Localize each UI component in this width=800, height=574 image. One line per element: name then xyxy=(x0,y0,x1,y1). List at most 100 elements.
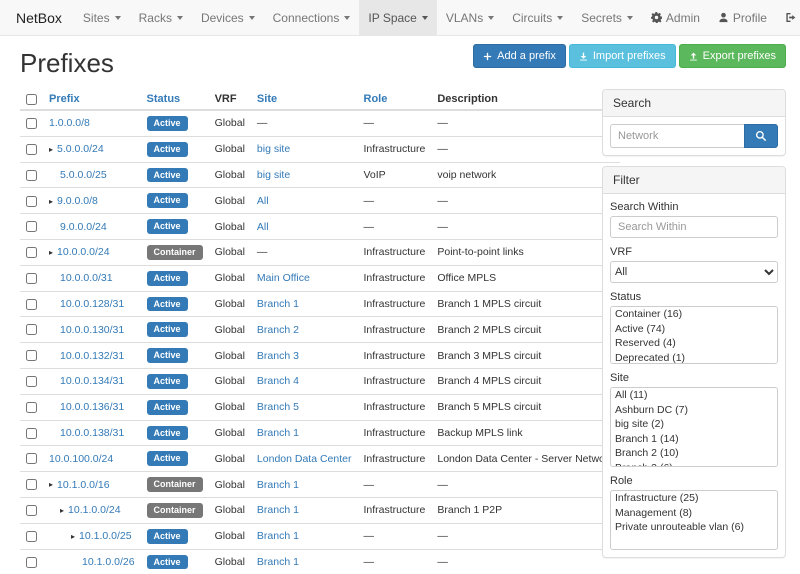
row-checkbox[interactable] xyxy=(26,324,37,335)
nav-item-log-out[interactable]: Log out xyxy=(776,0,800,35)
prefix-link[interactable]: 10.0.0.130/31 xyxy=(60,324,124,336)
row-checkbox[interactable] xyxy=(26,402,37,413)
prefix-link[interactable]: 1.0.0.0/8 xyxy=(49,117,90,129)
prefix-link[interactable]: 10.0.0.136/31 xyxy=(60,401,124,413)
prefix-link[interactable]: 10.0.0.132/31 xyxy=(60,350,124,362)
nav-item-racks[interactable]: Racks xyxy=(130,0,192,35)
brand-link[interactable]: NetBox xyxy=(10,0,74,35)
nav-item-profile[interactable]: Profile xyxy=(709,0,776,35)
sort-link-site[interactable]: Site xyxy=(257,93,277,105)
description-cell: Office MPLS xyxy=(431,265,619,291)
description-cell: Branch 5 MPLS circuit xyxy=(431,394,619,420)
site-link[interactable]: Branch 1 xyxy=(257,427,299,439)
site-link[interactable]: All xyxy=(257,221,269,233)
listbox-option[interactable]: Branch 3 (6) xyxy=(611,461,777,467)
listbox-option[interactable]: big site (2) xyxy=(611,417,777,432)
row-checkbox[interactable] xyxy=(26,557,37,568)
site-link[interactable]: big site xyxy=(257,143,290,155)
search-input[interactable] xyxy=(610,124,744,148)
site-link[interactable]: Branch 4 xyxy=(257,375,299,387)
nav-item-circuits[interactable]: Circuits xyxy=(503,0,572,35)
row-checkbox[interactable] xyxy=(26,118,37,129)
prefix-cell: 9.0.0.0/24 xyxy=(43,214,141,240)
status-listbox[interactable]: Container (16)Active (74)Reserved (4)Dep… xyxy=(610,306,778,364)
prefix-link[interactable]: 10.0.0.134/31 xyxy=(60,375,124,387)
listbox-option[interactable]: Management (8) xyxy=(611,506,777,521)
vrf-cell: Global xyxy=(209,188,251,214)
search-button[interactable] xyxy=(744,124,778,148)
prefix-link[interactable]: 10.1.0.0/24 xyxy=(68,504,121,516)
row-checkbox[interactable] xyxy=(26,273,37,284)
nav-item-connections[interactable]: Connections xyxy=(264,0,360,35)
role-listbox[interactable]: Infrastructure (25)Management (8)Private… xyxy=(610,490,778,550)
listbox-option[interactable]: Reserved (4) xyxy=(611,336,777,351)
description-cell: — xyxy=(431,136,619,162)
listbox-option[interactable]: All (11) xyxy=(611,388,777,403)
prefix-link[interactable]: 10.0.0.128/31 xyxy=(60,298,124,310)
row-checkbox[interactable] xyxy=(26,299,37,310)
listbox-option[interactable]: Private unrouteable vlan (6) xyxy=(611,520,777,535)
nav-item-secrets[interactable]: Secrets xyxy=(572,0,642,35)
import-prefixes-button[interactable]: Import prefixes xyxy=(569,44,676,68)
prefix-link[interactable]: 9.0.0.0/24 xyxy=(60,221,107,233)
button-label: Add a prefix xyxy=(497,49,556,63)
prefix-link[interactable]: 5.0.0.0/25 xyxy=(60,169,107,181)
site-link[interactable]: Branch 5 xyxy=(257,401,299,413)
prefix-link[interactable]: 10.0.0.138/31 xyxy=(60,427,124,439)
prefix-link[interactable]: 10.0.0.0/24 xyxy=(57,246,110,258)
row-checkbox[interactable] xyxy=(26,144,37,155)
row-checkbox[interactable] xyxy=(26,350,37,361)
add-a-prefix-button[interactable]: Add a prefix xyxy=(473,44,566,68)
prefix-link[interactable]: 10.1.0.0/26 xyxy=(82,556,135,568)
row-checkbox[interactable] xyxy=(26,221,37,232)
row-checkbox[interactable] xyxy=(26,479,37,490)
vrf-select[interactable]: All xyxy=(610,261,778,283)
row-checkbox[interactable] xyxy=(26,170,37,181)
prefix-link[interactable]: 10.1.0.0/25 xyxy=(79,530,132,542)
site-link[interactable]: Branch 1 xyxy=(257,504,299,516)
prefix-link[interactable]: 5.0.0.0/24 xyxy=(57,143,104,155)
prefix-link[interactable]: 10.0.100.0/24 xyxy=(49,453,113,465)
site-link[interactable]: Branch 1 xyxy=(257,556,299,568)
listbox-option[interactable]: Ashburn DC (7) xyxy=(611,403,777,418)
row-checkbox[interactable] xyxy=(26,247,37,258)
nav-item-devices[interactable]: Devices xyxy=(192,0,264,35)
row-checkbox[interactable] xyxy=(26,196,37,207)
row-select-cell xyxy=(20,420,43,446)
prefix-link[interactable]: 10.0.0.0/31 xyxy=(60,272,113,284)
select-all-checkbox[interactable] xyxy=(26,94,37,105)
search-within-input[interactable] xyxy=(610,216,778,238)
export-prefixes-button[interactable]: Export prefixes xyxy=(679,44,786,68)
site-link[interactable]: big site xyxy=(257,169,290,181)
nav-item-vlans[interactable]: VLANs xyxy=(437,0,503,35)
listbox-option[interactable]: Container (16) xyxy=(611,307,777,322)
site-link[interactable]: Branch 3 xyxy=(257,350,299,362)
sort-link-role[interactable]: Role xyxy=(364,93,388,105)
listbox-option[interactable]: Deprecated (1) xyxy=(611,351,777,364)
expand-arrow-icon: ▸ xyxy=(49,248,53,257)
site-link[interactable]: All xyxy=(257,195,269,207)
listbox-option[interactable]: Infrastructure (25) xyxy=(611,491,777,506)
sort-link-prefix[interactable]: Prefix xyxy=(49,93,80,105)
site-link[interactable]: Main Office xyxy=(257,272,310,284)
nav-item-ip-space[interactable]: IP Space xyxy=(359,0,436,35)
listbox-option[interactable]: Branch 2 (10) xyxy=(611,446,777,461)
prefix-link[interactable]: 10.1.0.0/16 xyxy=(57,479,110,491)
site-link[interactable]: Branch 1 xyxy=(257,479,299,491)
listbox-option[interactable]: Active (74) xyxy=(611,322,777,337)
sort-link-status[interactable]: Status xyxy=(147,93,181,105)
row-checkbox[interactable] xyxy=(26,376,37,387)
row-select-cell xyxy=(20,214,43,240)
prefix-link[interactable]: 9.0.0.0/8 xyxy=(57,195,98,207)
site-link[interactable]: London Data Center xyxy=(257,453,352,465)
row-checkbox[interactable] xyxy=(26,453,37,464)
nav-item-admin[interactable]: Admin xyxy=(642,0,709,35)
site-link[interactable]: Branch 1 xyxy=(257,298,299,310)
site-link[interactable]: Branch 1 xyxy=(257,530,299,542)
site-link[interactable]: Branch 2 xyxy=(257,324,299,336)
listbox-option[interactable]: Branch 1 (14) xyxy=(611,432,777,447)
row-checkbox[interactable] xyxy=(26,531,37,542)
row-checkbox[interactable] xyxy=(26,428,37,439)
nav-item-sites[interactable]: Sites xyxy=(74,0,130,35)
site-listbox[interactable]: All (11)Ashburn DC (7)big site (2)Branch… xyxy=(610,387,778,467)
